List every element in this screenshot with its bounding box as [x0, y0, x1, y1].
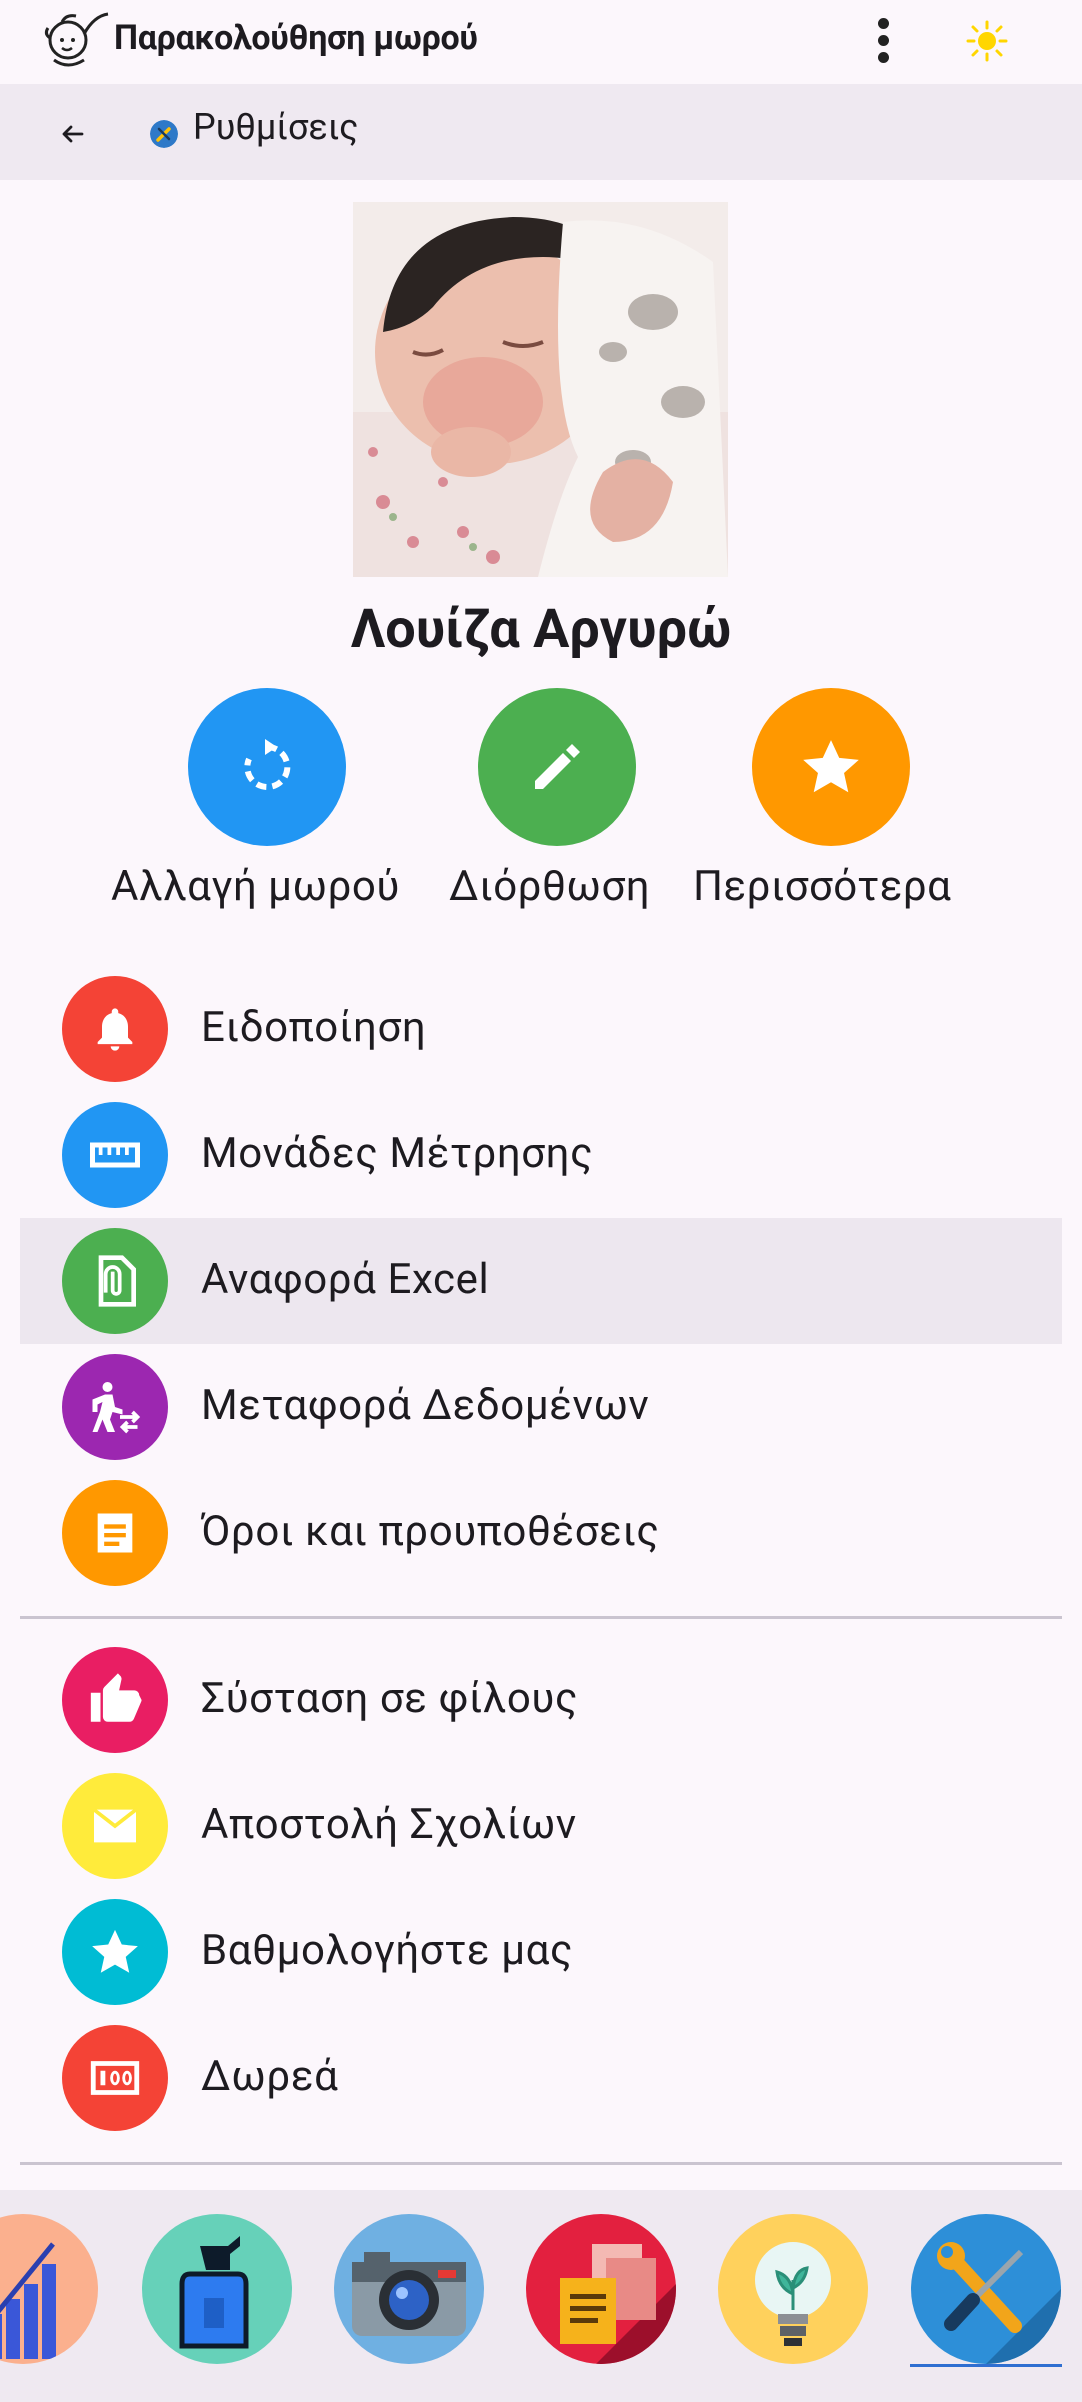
app-title: Παρακολούθηση μωρού — [114, 18, 478, 58]
wrench-screwdriver-icon — [150, 120, 178, 148]
setting-label: Δωρεά — [201, 2052, 339, 2101]
setting-units[interactable]: Μονάδες Μέτρησης — [20, 1092, 1062, 1218]
setting-terms[interactable]: Όροι και προυποθέσεις — [20, 1470, 1062, 1596]
baby-photo[interactable] — [353, 202, 728, 577]
baby-name: Λουίζα Αργυρώ — [350, 598, 732, 661]
setting-label: Βαθμολογήστε μας — [201, 1926, 574, 1975]
nav-tips[interactable] — [718, 2214, 868, 2364]
spray-bottle-icon — [179, 2236, 249, 2349]
lightbulb-icon — [755, 2242, 831, 2346]
ruler-icon — [62, 1102, 168, 1208]
setting-label: Αποστολή Σχολίων — [201, 1800, 577, 1849]
setting-recommend[interactable]: Σύσταση σε φίλους — [20, 1637, 1062, 1763]
attachment-file-icon — [62, 1228, 168, 1334]
setting-label: Ειδοποίηση — [201, 1003, 427, 1052]
setting-label: Όροι και προυποθέσεις — [201, 1507, 660, 1556]
switch-baby-button[interactable] — [188, 688, 346, 846]
sun-icon[interactable] — [966, 20, 1008, 62]
setting-data-transfer[interactable]: Μεταφορά Δεδομένων — [20, 1344, 1062, 1470]
switch-baby-icon — [244, 739, 291, 790]
tools-icon — [937, 2242, 1061, 2364]
setting-rate-us[interactable]: Βαθμολογήστε μας — [20, 1889, 1062, 2015]
setting-label: Μονάδες Μέτρησης — [201, 1129, 594, 1178]
nav-growth-chart[interactable] — [0, 2214, 98, 2364]
star-icon — [803, 740, 859, 793]
setting-label: Αναφορά Excel — [201, 1255, 490, 1304]
arrow-back-icon[interactable] — [52, 112, 96, 156]
nav-settings[interactable] — [911, 2214, 1061, 2364]
section-divider — [20, 1616, 1062, 1619]
envelope-icon — [62, 1773, 168, 1879]
edit-label[interactable]: Διόρθωση — [449, 862, 650, 911]
edit-pencil-icon — [535, 744, 580, 789]
documents-icon — [560, 2244, 676, 2364]
document-icon — [62, 1480, 168, 1586]
bar-chart-icon — [0, 2242, 56, 2359]
setting-excel-report[interactable]: Αναφορά Excel — [20, 1218, 1062, 1344]
more-label[interactable]: Περισσότερα — [693, 862, 951, 911]
more-vert-icon[interactable] — [866, 12, 900, 72]
nav-camera[interactable] — [334, 2214, 484, 2364]
baby-logo-icon — [44, 12, 109, 67]
setting-notification[interactable]: Ειδοποίηση — [20, 966, 1062, 1092]
money-icon — [62, 2025, 168, 2131]
nav-bottle[interactable] — [142, 2214, 292, 2364]
nav-documents[interactable] — [526, 2214, 676, 2364]
page-title: Ρυθμίσεις — [193, 106, 359, 148]
setting-send-feedback[interactable]: Αποστολή Σχολίων — [20, 1763, 1062, 1889]
data-transfer-icon — [62, 1354, 168, 1460]
more-button[interactable] — [752, 688, 910, 846]
star-icon — [62, 1899, 168, 2005]
app-bar: Παρακολούθηση μωρού — [0, 0, 1082, 84]
section-divider — [20, 2162, 1062, 2165]
switch-baby-label[interactable]: Αλλαγή μωρού — [111, 862, 400, 911]
camera-icon — [352, 2252, 466, 2336]
setting-donate[interactable]: Δωρεά — [20, 2015, 1062, 2141]
edit-button[interactable] — [478, 688, 636, 846]
thumbs-up-icon — [62, 1647, 168, 1753]
bell-icon — [62, 976, 168, 1082]
setting-label: Μεταφορά Δεδομένων — [201, 1381, 650, 1430]
nav-selected-indicator — [910, 2364, 1062, 2367]
setting-label: Σύσταση σε φίλους — [201, 1674, 579, 1723]
